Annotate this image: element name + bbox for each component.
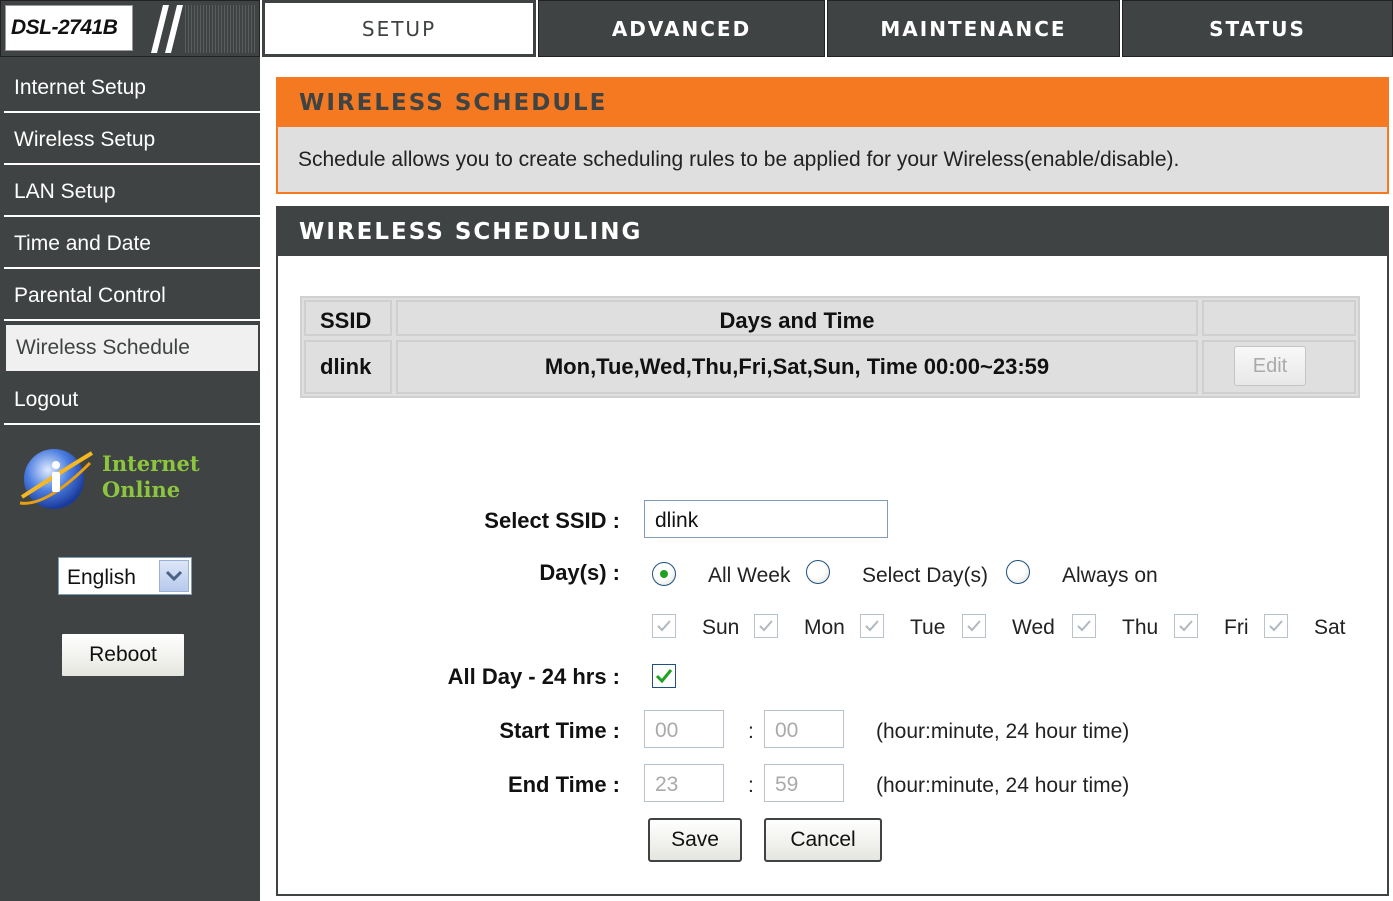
tab-maintenance[interactable]: MAINTENANCE	[827, 0, 1120, 57]
sidebar-item-time-and-date[interactable]: Time and Date	[4, 221, 260, 269]
internet-status-label: Internet	[102, 451, 200, 476]
all-week-label: All Week	[708, 564, 791, 587]
reboot-button[interactable]: Reboot	[60, 632, 186, 678]
check-icon	[759, 620, 773, 632]
checkbox-mon[interactable]	[754, 614, 778, 638]
weekday-label-tue: Tue	[910, 616, 946, 639]
section-title: WIRELESS SCHEDULE	[278, 79, 1387, 127]
checkbox-wed[interactable]	[962, 614, 986, 638]
sidebar-item-internet-setup[interactable]: Internet Setup	[4, 65, 260, 113]
select-ssid-label: Select SSID :	[484, 508, 620, 533]
radio-select-days[interactable]	[806, 560, 830, 584]
chevron-down-icon[interactable]	[159, 560, 189, 592]
tab-advanced[interactable]: ADVANCED	[538, 0, 825, 57]
checkbox-tue[interactable]	[860, 614, 884, 638]
start-minute-input[interactable]: 00	[764, 710, 844, 748]
table-cell-days-time: Mon,Tue,Wed,Thu,Fri,Sat,Sun, Time 00:00~…	[396, 340, 1198, 394]
checkbox-thu[interactable]	[1072, 614, 1096, 638]
check-icon	[657, 620, 671, 632]
sidebar-item-wireless-schedule[interactable]: Wireless Schedule	[4, 323, 260, 373]
online-status-label: Online	[102, 477, 181, 502]
weekday-label-thu: Thu	[1122, 616, 1159, 639]
sidebar-item-lan-setup[interactable]: LAN Setup	[4, 169, 260, 217]
check-icon	[1269, 620, 1283, 632]
radio-always-on[interactable]	[1006, 560, 1030, 584]
sidebar: Internet Setup Wireless Setup LAN Setup …	[0, 57, 262, 901]
checkbox-all-day[interactable]	[652, 664, 676, 688]
check-icon	[967, 620, 981, 632]
time-separator: :	[748, 774, 754, 797]
language-select[interactable]: English	[58, 557, 192, 595]
table-header-action	[1202, 300, 1356, 336]
check-icon	[655, 669, 673, 684]
weekday-label-mon: Mon	[804, 616, 845, 639]
select-days-label: Select Day(s)	[862, 564, 989, 587]
check-icon	[865, 620, 879, 632]
wireless-schedule-panel: WIRELESS SCHEDULE Schedule allows you to…	[276, 77, 1389, 194]
cancel-button[interactable]: Cancel	[764, 818, 882, 862]
weekday-label-wed: Wed	[1012, 616, 1055, 639]
internet-status: Internet Online	[16, 443, 256, 523]
end-time-hint: (hour:minute, 24 hour time)	[876, 774, 1130, 797]
end-minute-input[interactable]: 59	[764, 764, 844, 802]
logo-area: DSL-2741B	[0, 0, 260, 57]
check-icon	[1179, 620, 1193, 632]
start-hour-input[interactable]: 00	[644, 710, 724, 748]
sidebar-item-parental-control[interactable]: Parental Control	[4, 273, 260, 321]
wireless-scheduling-panel: WIRELESS SCHEDULING SSID Days and Time d…	[276, 206, 1389, 896]
weekday-label-sat: Sat	[1314, 616, 1346, 639]
radio-all-week[interactable]	[652, 562, 676, 586]
check-icon	[1077, 620, 1091, 632]
logo-slashes-icon	[151, 5, 183, 53]
save-button[interactable]: Save	[648, 818, 742, 862]
checkbox-sat[interactable]	[1264, 614, 1288, 638]
schedule-table: SSID Days and Time dlink Mon,Tue,Wed,Thu…	[300, 296, 1360, 398]
table-header-days-time: Days and Time	[396, 300, 1198, 336]
tab-setup[interactable]: SETUP	[262, 0, 536, 57]
edit-button[interactable]: Edit	[1234, 346, 1306, 386]
info-globe-icon	[19, 449, 94, 509]
checkbox-sun[interactable]	[652, 614, 676, 638]
ssid-field[interactable]: dlink	[644, 500, 888, 538]
logo-stripes	[185, 5, 255, 53]
start-time-hint: (hour:minute, 24 hour time)	[876, 720, 1130, 743]
sidebar-item-wireless-setup[interactable]: Wireless Setup	[4, 117, 260, 165]
days-label: Day(s) :	[539, 560, 620, 585]
end-time-label: End Time :	[507, 772, 620, 797]
tab-status[interactable]: STATUS	[1122, 0, 1393, 57]
table-header-ssid: SSID	[304, 300, 392, 336]
sidebar-item-logout[interactable]: Logout	[4, 377, 260, 425]
time-separator: :	[748, 720, 754, 743]
end-hour-input[interactable]: 23	[644, 764, 724, 802]
start-time-label: Start Time :	[499, 718, 620, 743]
weekday-label-sun: Sun	[702, 616, 740, 639]
all-day-label: All Day - 24 hrs :	[447, 664, 620, 689]
section-title: WIRELESS SCHEDULING	[278, 208, 1387, 256]
weekday-label-fri: Fri	[1224, 616, 1249, 639]
model-logo: DSL-2741B	[5, 5, 133, 51]
section-description: Schedule allows you to create scheduling…	[298, 148, 1180, 171]
checkbox-fri[interactable]	[1174, 614, 1198, 638]
table-cell-ssid: dlink	[304, 340, 392, 394]
language-value: English	[67, 566, 136, 589]
always-on-label: Always on	[1062, 564, 1158, 587]
